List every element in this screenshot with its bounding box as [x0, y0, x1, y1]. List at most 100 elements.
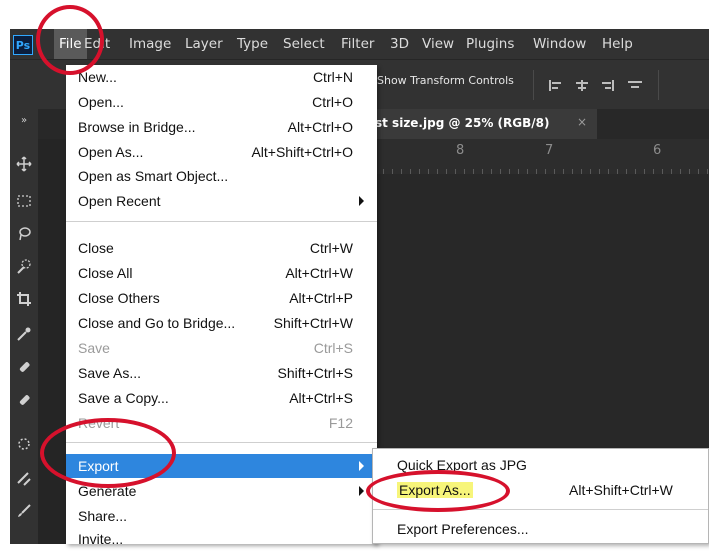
menu-item-revert[interactable]: Revert F12	[66, 411, 377, 435]
submenu-arrow-icon	[359, 461, 364, 471]
menu-item-shortcut: Alt+Shift+Ctrl+O	[251, 144, 353, 160]
history-brush-tool-icon[interactable]	[16, 471, 32, 487]
menu-item-shortcut: Alt+Ctrl+P	[289, 290, 353, 306]
clone-stamp-tool-icon[interactable]	[16, 436, 32, 452]
menu-item-label: Invite...	[78, 531, 124, 547]
ruler-label: 7	[545, 143, 554, 158]
submenu-arrow-icon	[359, 196, 364, 206]
menu-item-label: Export Preferences...	[397, 521, 529, 537]
menu-item-shortcut: Alt+Ctrl+O	[287, 119, 353, 135]
menu-item-close-others[interactable]: Close Others Alt+Ctrl+P	[66, 286, 377, 310]
menu-item-shortcut: Ctrl+O	[312, 94, 353, 110]
menu-divider	[66, 221, 377, 222]
menu-item-label: Open as Smart Object...	[78, 168, 229, 184]
file-menu-dropdown: New... Ctrl+N Open... Ctrl+O Browse in Bri…	[66, 65, 377, 547]
show-transform-controls-label[interactable]: Show Transform Controls	[377, 74, 514, 87]
document-tab-title: st size.jpg @ 25% (RGB/8)	[375, 116, 550, 130]
align-center-icon[interactable]	[575, 80, 589, 91]
menu-item-label: Close and Go to Bridge...	[78, 315, 236, 331]
menu-item-save-as[interactable]: Save As... Shift+Ctrl+S	[66, 361, 377, 385]
menu-layer[interactable]: Layer	[185, 29, 223, 59]
menu-select[interactable]: Select	[283, 29, 325, 59]
menu-item-export-preferences[interactable]: Export Preferences...	[373, 516, 708, 542]
menu-type[interactable]: Type	[237, 29, 268, 59]
close-tab-icon[interactable]: ×	[577, 115, 587, 129]
menu-item-label: Close Others	[78, 290, 160, 306]
align-top-icon[interactable]	[628, 80, 642, 91]
menu-item-label: Browse in Bridge...	[78, 119, 196, 135]
menu-edit[interactable]: Edit	[84, 29, 110, 59]
options-separator	[533, 70, 534, 100]
menu-item-label: Share...	[78, 508, 128, 524]
menu-item-shortcut: Shift+Ctrl+S	[277, 365, 353, 381]
menu-filter[interactable]: Filter	[341, 29, 374, 59]
horizontal-ruler: 8 7 6	[365, 139, 709, 174]
align-left-icon[interactable]	[549, 80, 563, 91]
ruler-label: 6	[653, 143, 662, 158]
menu-item-shortcut: Shift+Ctrl+W	[273, 315, 353, 331]
eyedropper-tool-icon[interactable]	[16, 326, 32, 342]
menu-item-label: Generate	[78, 483, 137, 499]
menu-item-open-recent[interactable]: Open Recent	[66, 189, 377, 213]
menu-item-shortcut: Alt+Ctrl+W	[285, 265, 353, 281]
menu-image[interactable]: Image	[129, 29, 171, 59]
menu-item-label: Open As...	[78, 144, 144, 160]
menu-item-save[interactable]: Save Ctrl+S	[66, 336, 377, 360]
crop-tool-icon[interactable]	[16, 291, 32, 307]
menu-item-share[interactable]: Share...	[66, 504, 377, 528]
collapse-panel-icon[interactable]: »	[10, 109, 38, 133]
menu-view[interactable]: View	[422, 29, 454, 59]
options-separator	[658, 70, 659, 100]
menu-bar: Ps File Edit Image Layer Type Select Fil…	[10, 29, 709, 59]
menu-plugins[interactable]: Plugins	[466, 29, 514, 59]
menu-item-label: Export As...	[397, 482, 473, 498]
patch-tool-icon[interactable]	[16, 392, 32, 408]
menu-item-shortcut: Alt+Shift+Ctrl+W	[569, 482, 673, 498]
quick-selection-tool-icon[interactable]	[16, 259, 32, 275]
move-tool-icon[interactable]	[16, 156, 32, 172]
menu-item-open-as[interactable]: Open As... Alt+Shift+Ctrl+O	[66, 140, 377, 164]
tools-panel: »	[10, 109, 38, 544]
menu-item-open-as-smart-object[interactable]: Open as Smart Object...	[66, 164, 377, 188]
menu-item-label: Close	[78, 240, 114, 256]
menu-item-new[interactable]: New... Ctrl+N	[66, 65, 377, 89]
menu-item-label: Close All	[78, 265, 133, 281]
menu-item-quick-export-as-jpg[interactable]: Quick Export as JPG	[373, 452, 708, 478]
menu-item-export[interactable]: Export	[66, 454, 377, 478]
healing-brush-tool-icon[interactable]	[16, 359, 32, 375]
menu-item-label: Save a Copy...	[78, 390, 169, 406]
marquee-tool-icon[interactable]	[16, 193, 32, 209]
menu-item-label: Revert	[78, 415, 120, 431]
menu-divider	[66, 442, 377, 443]
photoshop-logo: Ps	[13, 35, 33, 55]
menu-item-browse-in-bridge[interactable]: Browse in Bridge... Alt+Ctrl+O	[66, 115, 377, 139]
menu-item-label: Quick Export as JPG	[397, 457, 527, 473]
menu-3d[interactable]: 3D	[390, 29, 409, 59]
menu-item-shortcut: Alt+Ctrl+S	[289, 390, 353, 406]
menu-help[interactable]: Help	[602, 29, 633, 59]
menu-item-export-as[interactable]: Export As... Alt+Shift+Ctrl+W	[373, 477, 708, 503]
menu-item-label: Open Recent	[78, 193, 161, 209]
menu-item-label-wrap: Export As...	[397, 482, 473, 498]
submenu-arrow-icon	[359, 486, 364, 496]
menu-item-label: New...	[78, 69, 117, 85]
menu-item-invite[interactable]: Invite...	[66, 527, 377, 551]
menu-divider	[373, 509, 708, 510]
menu-item-shortcut: Ctrl+W	[309, 240, 353, 256]
menu-item-close[interactable]: Close Ctrl+W	[66, 236, 377, 260]
document-tab[interactable]: st size.jpg @ 25% (RGB/8) ×	[365, 109, 597, 139]
menu-item-save-a-copy[interactable]: Save a Copy... Alt+Ctrl+S	[66, 386, 377, 410]
menu-item-label: Save	[78, 340, 110, 356]
menu-item-close-all[interactable]: Close All Alt+Ctrl+W	[66, 261, 377, 285]
menu-window[interactable]: Window	[533, 29, 586, 59]
menu-item-generate[interactable]: Generate	[66, 479, 377, 503]
brush-tool-icon[interactable]	[16, 503, 32, 519]
menu-item-shortcut: Ctrl+S	[313, 340, 353, 356]
menu-item-shortcut: F12	[328, 415, 353, 431]
lasso-tool-icon[interactable]	[16, 226, 32, 242]
menu-file[interactable]: File	[54, 29, 87, 59]
align-right-icon[interactable]	[600, 80, 614, 91]
export-submenu: Quick Export as JPG Export As... Alt+Shif…	[372, 448, 709, 544]
menu-item-open[interactable]: Open... Ctrl+O	[66, 90, 377, 114]
menu-item-close-and-go-to-bridge[interactable]: Close and Go to Bridge... Shift+Ctrl+W	[66, 311, 377, 335]
